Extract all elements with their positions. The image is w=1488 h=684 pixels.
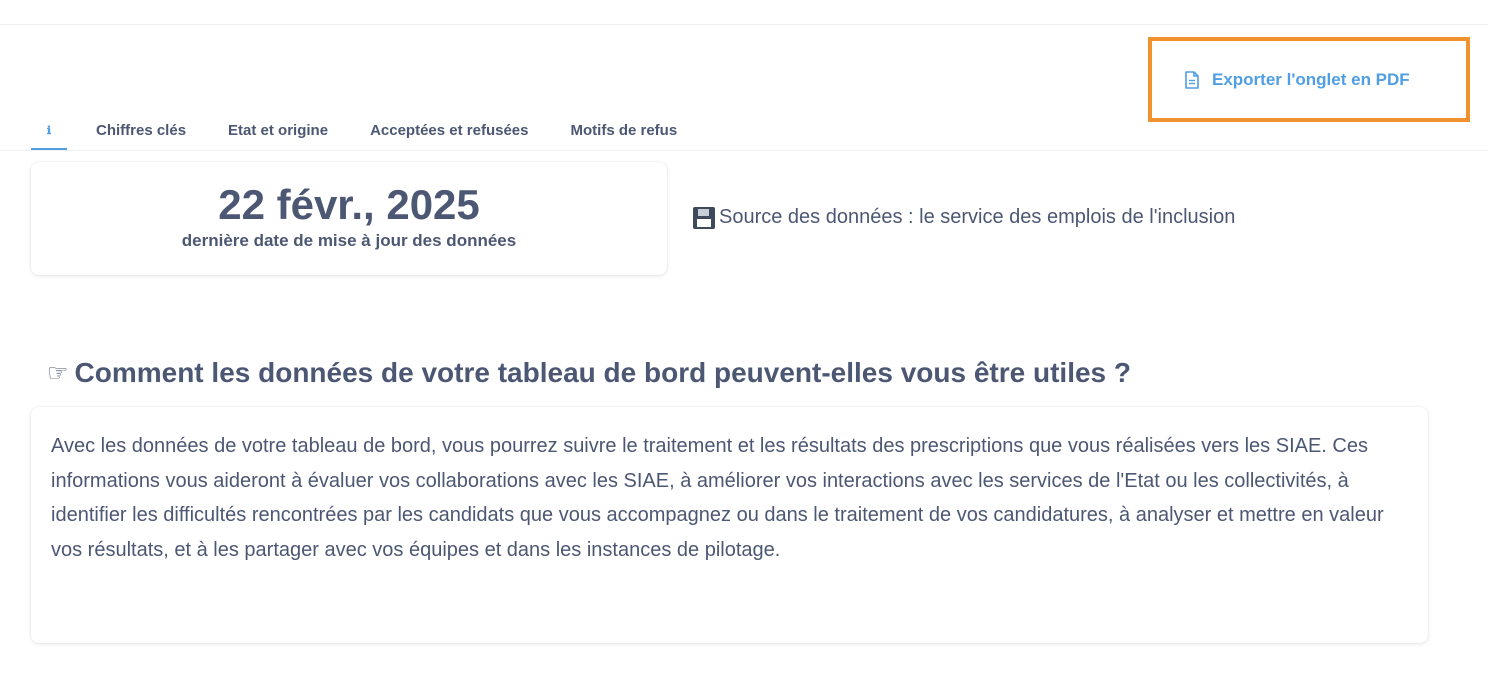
- tab-acceptees-et-refusees[interactable]: Acceptées et refusées: [370, 112, 528, 150]
- floppy-disk-icon: [693, 206, 715, 229]
- document-icon: [1185, 70, 1199, 89]
- last-update-label: dernière date de mise à jour des données: [181, 231, 517, 250]
- explanation-card: Avec les données de votre tableau de bor…: [31, 407, 1428, 643]
- section-heading: ☞ Comment les données de votre tableau d…: [47, 357, 1131, 389]
- export-pdf-label: Exporter l'onglet en PDF: [1212, 69, 1410, 89]
- export-pdf-button[interactable]: Exporter l'onglet en PDF: [1184, 70, 1410, 90]
- dashboard-tabs: ℹ Chiffres clés Etat et origine Acceptée…: [31, 112, 719, 150]
- pointing-hand-icon: ☞: [47, 359, 69, 387]
- tab-motifs-de-refus[interactable]: Motifs de refus: [571, 112, 678, 150]
- last-update-card: 22 févr., 2025 dernière date de mise à j…: [31, 162, 667, 275]
- last-update-date: 22 févr., 2025: [218, 181, 480, 228]
- export-highlight-box: Exporter l'onglet en PDF: [1148, 37, 1470, 122]
- tab-etat-et-origine[interactable]: Etat et origine: [228, 112, 328, 150]
- tab-info[interactable]: ℹ: [31, 112, 67, 150]
- explanation-text: Avec les données de votre tableau de bor…: [51, 435, 1384, 561]
- top-divider: [0, 24, 1488, 25]
- data-source: Source des données : le service des empl…: [693, 206, 1235, 229]
- tab-chiffres-cles[interactable]: Chiffres clés: [96, 112, 186, 150]
- section-title-text: Comment les données de votre tableau de …: [74, 357, 1131, 388]
- tabs-divider: [0, 150, 1488, 151]
- data-source-text: Source des données : le service des empl…: [719, 206, 1236, 228]
